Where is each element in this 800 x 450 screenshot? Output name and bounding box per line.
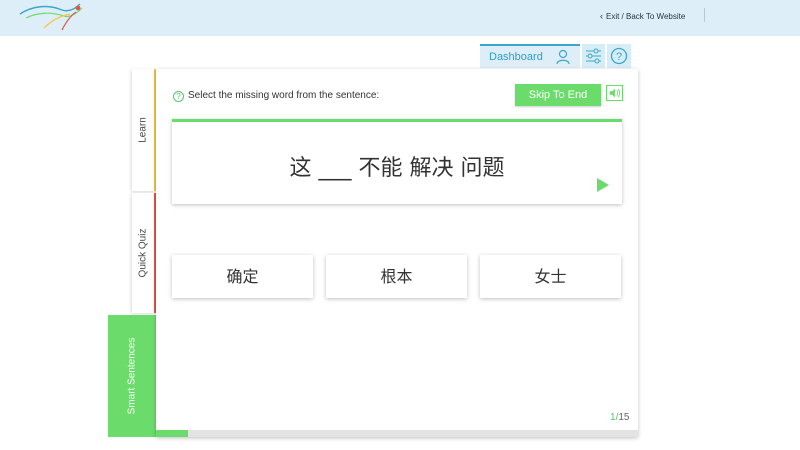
quiz-panel: ? Select the missing word from the sente… — [156, 69, 638, 437]
dashboard-label[interactable]: Dashboard — [489, 51, 543, 63]
instruction-text: Select the missing word from the sentenc… — [188, 90, 380, 101]
progress-fill — [156, 430, 189, 437]
sound-icon[interactable] — [606, 85, 623, 101]
tab-quick-quiz-label: Quick Quiz — [137, 228, 149, 278]
progress-bar — [156, 430, 638, 437]
header-divider — [704, 8, 705, 22]
tab-smart-sentences[interactable]: Smart Sentences — [108, 315, 156, 437]
settings-sliders-icon — [586, 48, 601, 64]
chevron-left-icon: ‹ — [600, 11, 603, 21]
counter-total: 15 — [618, 412, 630, 423]
sentence-card: 这 ___ 不能 解决 问题 — [172, 119, 622, 204]
svg-text:?: ? — [616, 51, 622, 63]
play-icon[interactable] — [596, 177, 610, 193]
skip-to-end-button[interactable]: Skip To End — [515, 84, 601, 106]
tab-smart-sentences-label: Smart Sentences — [126, 337, 138, 415]
question-hint-icon: ? — [173, 91, 184, 102]
user-icon[interactable] — [555, 49, 571, 65]
help-icon: ? — [610, 47, 628, 65]
tab-learn-label: Learn — [137, 117, 149, 143]
dashboard-tab[interactable]: Dashboard — [480, 44, 580, 68]
top-bar: ‹ Exit / Back To Website — [0, 0, 800, 36]
tab-quick-quiz[interactable]: Quick Quiz — [132, 193, 156, 313]
tab-learn[interactable]: Learn — [132, 69, 156, 191]
exit-back-link[interactable]: ‹ Exit / Back To Website — [600, 11, 685, 21]
settings-button[interactable] — [582, 44, 605, 68]
logo-bird-icon[interactable] — [18, 0, 86, 32]
answer-choice[interactable]: 确定 — [172, 255, 313, 298]
help-button[interactable]: ? — [607, 44, 631, 68]
answer-choice[interactable]: 女士 — [480, 255, 621, 298]
question-counter: 1/15 — [610, 412, 629, 423]
exit-label: Exit / Back To Website — [606, 12, 686, 21]
answer-choice[interactable]: 根本 — [326, 255, 467, 298]
sentence-text: 这 ___ 不能 解决 问题 — [289, 156, 505, 181]
